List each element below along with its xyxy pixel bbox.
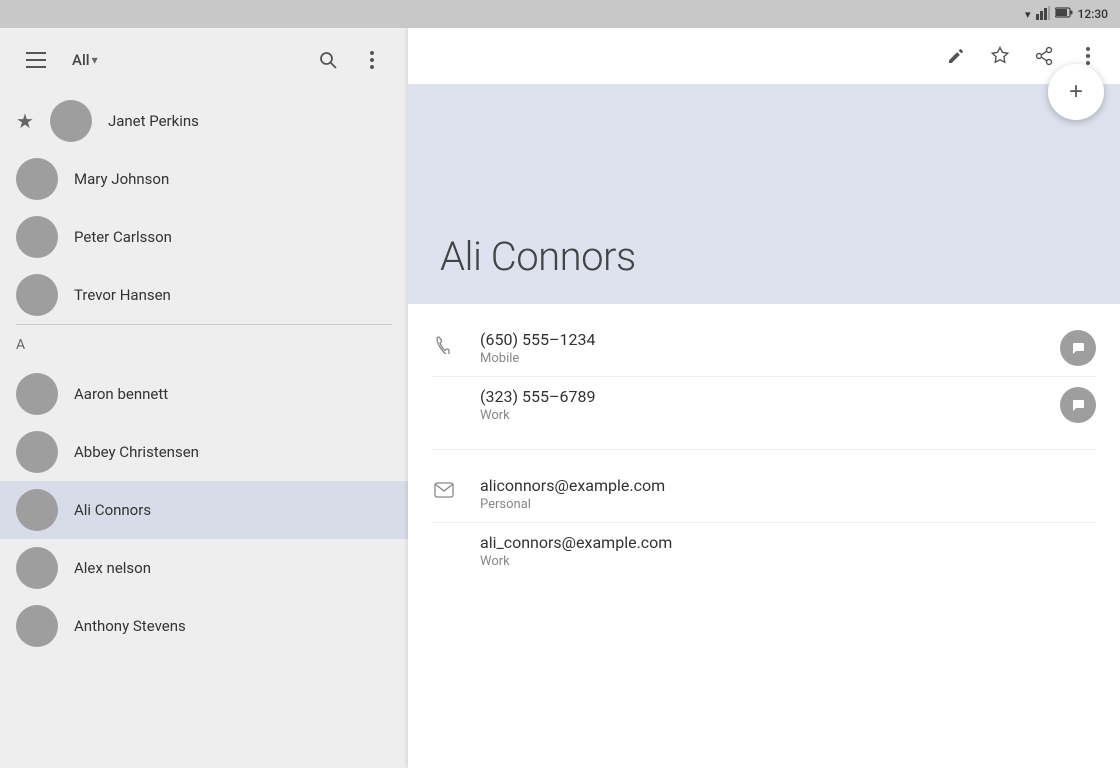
wifi-icon: ▾: [1025, 8, 1031, 21]
filter-chevron-icon: ▾: [92, 53, 98, 67]
star-button[interactable]: [980, 36, 1020, 76]
phones-section: (650) 555–1234 Mobile (323) 555–6789 Wor…: [408, 304, 1120, 449]
more-options-button[interactable]: [352, 40, 392, 80]
avatar: [16, 489, 58, 531]
hamburger-button[interactable]: [16, 40, 56, 80]
message-action-1[interactable]: [1060, 330, 1096, 366]
avatar: [50, 100, 92, 142]
phone-icon: [432, 332, 456, 356]
avatar: [16, 431, 58, 473]
main-area: All ▾ ★ Janet Perkins: [0, 28, 1120, 768]
email-icon: [432, 478, 456, 502]
list-item[interactable]: Peter Carlsson: [0, 208, 408, 266]
message-action-2[interactable]: [1060, 387, 1096, 423]
list-item[interactable]: Anthony Stevens: [0, 597, 408, 655]
email-label-1: Personal: [480, 497, 1096, 512]
avatar: [16, 605, 58, 647]
phone-number-1: (650) 555–1234: [480, 330, 1036, 349]
section-letter-a: A: [16, 337, 58, 353]
battery-icon: [1055, 7, 1073, 21]
starred-contact-item[interactable]: Janet Perkins: [50, 100, 392, 142]
list-item[interactable]: Mary Johnson: [0, 150, 408, 208]
starred-section: ★ Janet Perkins: [0, 92, 408, 150]
list-item-selected[interactable]: Ali Connors: [0, 481, 408, 539]
starred-contact-name: Janet Perkins: [108, 112, 199, 130]
phone-number-2: (323) 555–6789: [480, 387, 1036, 406]
avatar: [16, 274, 58, 316]
contact-detail-panel: Ali Connors (650) 555–1234 Mobile: [408, 28, 1120, 768]
email-content-1: aliconnors@example.com Personal: [480, 476, 1096, 512]
sidebar: All ▾ ★ Janet Perkins: [0, 28, 408, 768]
list-item[interactable]: Trevor Hansen: [0, 266, 408, 324]
avatar: [16, 158, 58, 200]
email-label-2: Work: [480, 554, 1096, 569]
contact-hero-name: Ali Connors: [440, 233, 636, 280]
contact-hero: Ali Connors: [408, 84, 1120, 304]
phone-content-1: (650) 555–1234 Mobile: [480, 330, 1036, 366]
edit-button[interactable]: [936, 36, 976, 76]
list-item[interactable]: Alex nelson: [0, 539, 408, 597]
phone-row-1: (650) 555–1234 Mobile: [408, 320, 1120, 376]
status-time: 12:30: [1078, 7, 1108, 21]
section-header-a: A: [0, 325, 408, 365]
contact-list: ★ Janet Perkins Mary Johnson Peter Carls…: [0, 92, 408, 768]
detail-toolbar: [408, 28, 1120, 84]
avatar: [16, 216, 58, 258]
contact-name: Trevor Hansen: [74, 286, 171, 304]
contact-name: Aaron bennett: [74, 385, 168, 403]
signal-icon: [1036, 6, 1050, 23]
contact-name: Abbey Christensen: [74, 443, 199, 461]
list-item[interactable]: Aaron bennett: [0, 365, 408, 423]
all-filter-label: All: [72, 51, 90, 69]
avatar: [16, 373, 58, 415]
contact-name: Ali Connors: [74, 501, 151, 519]
detail-content: (650) 555–1234 Mobile (323) 555–6789 Wor…: [408, 304, 1120, 768]
email-address-2: ali_connors@example.com: [480, 533, 1096, 552]
hamburger-icon: [26, 52, 46, 68]
sidebar-toolbar: All ▾: [0, 28, 408, 92]
fab-add-button[interactable]: +: [1048, 64, 1104, 120]
list-item[interactable]: Abbey Christensen: [0, 423, 408, 481]
status-bar: ▾ 12:30: [0, 0, 1120, 28]
contact-name: Anthony Stevens: [74, 617, 186, 635]
phone-row-2: (323) 555–6789 Work: [408, 377, 1120, 433]
contact-name: Alex nelson: [74, 559, 151, 577]
phone-label-1: Mobile: [480, 351, 1036, 366]
email-row-1: aliconnors@example.com Personal: [408, 466, 1120, 522]
email-content-2: ali_connors@example.com Work: [480, 533, 1096, 569]
phone-label-2: Work: [480, 408, 1036, 423]
avatar: [16, 547, 58, 589]
sidebar-toolbar-right: [308, 40, 392, 80]
contact-name: Mary Johnson: [74, 170, 169, 188]
all-filter[interactable]: All ▾: [72, 51, 98, 69]
email-address-1: aliconnors@example.com: [480, 476, 1096, 495]
email-row-2: ali_connors@example.com Work: [408, 523, 1120, 579]
starred-icon: ★: [16, 109, 34, 133]
status-icons: ▾ 12:30: [1025, 6, 1108, 23]
pre-alpha-contacts: Mary Johnson Peter Carlsson Trevor Hanse…: [0, 150, 408, 324]
emails-section: aliconnors@example.com Personal ali_conn…: [408, 450, 1120, 595]
contact-name: Peter Carlsson: [74, 228, 172, 246]
search-button[interactable]: [308, 40, 348, 80]
phone-content-2: (323) 555–6789 Work: [480, 387, 1036, 423]
